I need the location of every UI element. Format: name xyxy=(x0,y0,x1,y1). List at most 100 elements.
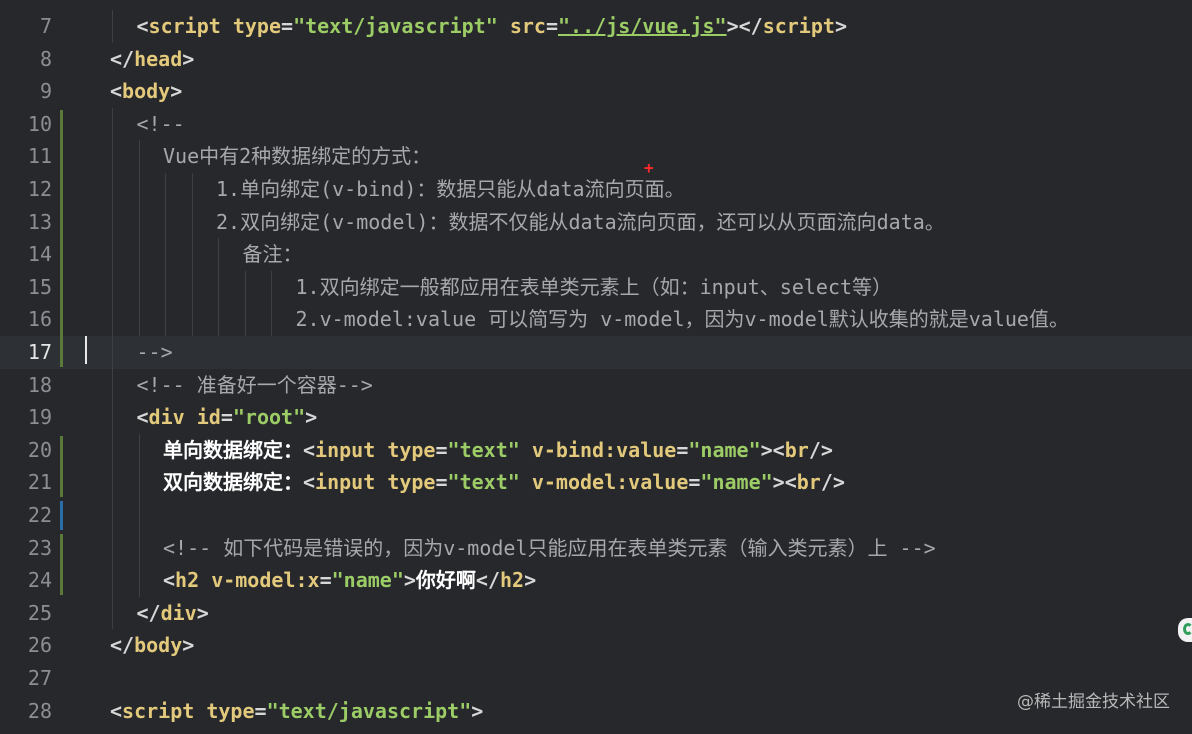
code-line[interactable]: 23 <!-- 如下代码是错误的，因为v-model只能应用在表单类元素（输入类元… xyxy=(0,531,1192,565)
code-token: > xyxy=(196,600,209,625)
code-text[interactable]: <div id="root"> xyxy=(137,401,318,434)
code-line[interactable]: 19 <div id="root"> xyxy=(0,401,1192,434)
code-token: script xyxy=(762,14,835,38)
code-line[interactable]: 16 2.v-model:value 可以简写为 v-model，因为v-mode… xyxy=(0,303,1192,336)
code-text[interactable]: 单向数据绑定：<input type="text" v-bind:value="… xyxy=(163,434,833,467)
git-change-bar xyxy=(60,109,63,367)
code-line[interactable]: 8 </head> xyxy=(0,43,1192,76)
line-number: 18 xyxy=(27,372,52,397)
code-line[interactable]: 27 xyxy=(0,662,1192,695)
code-token: = xyxy=(688,470,701,495)
code-text[interactable]: 2.双向绑定(v-model)：数据不仅能从data流向页面，还可以从页面流向d… xyxy=(216,206,945,239)
code-text[interactable]: 备注： xyxy=(243,238,303,271)
indent-guide xyxy=(165,238,166,271)
code-token: head xyxy=(134,46,183,71)
code-token: 单向数据绑定： xyxy=(163,437,303,462)
code-token: > xyxy=(182,633,195,658)
line-number: 10 xyxy=(27,111,52,136)
code-line[interactable]: 15 1.双向绑定一般都应用在表单类元素上（如：input、select等） xyxy=(0,270,1192,304)
indent-guide xyxy=(138,564,140,597)
code-text[interactable]: </body> xyxy=(110,629,194,662)
indent-guide xyxy=(138,531,140,565)
code-text[interactable]: Vue中有2种数据绑定的方式： xyxy=(163,140,431,173)
code-line[interactable]: 12 1.单向绑定(v-bind)：数据只能从data流向页面。 xyxy=(0,173,1192,206)
indent-guide xyxy=(191,270,193,304)
code-text[interactable]: <body> xyxy=(110,75,182,108)
text-cursor xyxy=(85,336,87,364)
code-token: /> xyxy=(808,437,833,462)
code-text[interactable]: <!-- 准备好一个容器--> xyxy=(137,369,373,402)
code-token: 2.双向绑定(v-model)：数据不仅能从data流向页面，还可以从页面流向d… xyxy=(216,209,945,234)
code-text[interactable]: <!-- xyxy=(137,108,185,141)
code-line[interactable]: 17 --> xyxy=(0,336,1192,369)
code-line[interactable]: 26 </body> xyxy=(0,629,1192,662)
code-token: < xyxy=(136,14,149,38)
code-text[interactable]: </head> xyxy=(110,43,194,76)
indent-guide xyxy=(112,107,113,141)
indent-guide xyxy=(112,596,113,630)
code-token: < xyxy=(303,437,316,462)
code-token: < xyxy=(136,405,149,430)
code-line[interactable]: 21 双向数据绑定：<input type="text" v-model:valu… xyxy=(0,466,1192,499)
code-token: = xyxy=(319,568,332,593)
code-text[interactable]: 2.v-model:value 可以简写为 v-model，因为v-model默… xyxy=(296,303,1069,336)
code-line[interactable]: 25 </div> xyxy=(0,596,1192,630)
code-text[interactable]: 1.双向绑定一般都应用在表单类元素上（如：input、select等） xyxy=(296,271,893,304)
line-number: 24 xyxy=(27,568,52,593)
indent-guide xyxy=(112,499,113,532)
code-token: = xyxy=(220,405,233,430)
line-number: 20 xyxy=(27,437,52,462)
floating-assistant-icon[interactable] xyxy=(1178,618,1192,642)
code-token: > xyxy=(182,46,195,71)
code-token: < xyxy=(110,79,123,104)
line-number: 26 xyxy=(27,633,52,658)
code-token: ></ xyxy=(726,14,763,38)
code-token: </ xyxy=(136,600,161,625)
indent-guide xyxy=(271,270,272,304)
code-line[interactable]: 20 单向数据绑定：<input type="text" v-bind:value… xyxy=(0,433,1192,467)
code-line[interactable]: 9 <body> xyxy=(0,75,1192,108)
code-line[interactable]: 13 2.双向绑定(v-model)：数据不仅能从data流向页面，还可以从页面流… xyxy=(0,205,1192,239)
code-line[interactable]: 28 <script type="text/javascript"> xyxy=(0,695,1192,728)
code-token: "root" xyxy=(232,405,306,430)
code-line[interactable]: 14 备注： xyxy=(0,238,1192,271)
code-token: "../js/vue.js" xyxy=(557,14,727,38)
code-token: 1.双向绑定一般都应用在表单类元素上（如：input、select等） xyxy=(295,274,893,299)
line-number: 12 xyxy=(27,177,52,201)
code-text[interactable]: <h2 v-model:x="name">你好啊</h2> xyxy=(163,564,536,597)
code-text[interactable]: </div> xyxy=(137,597,209,630)
red-cross-marker-icon: + xyxy=(644,158,654,177)
code-token: "name" xyxy=(331,568,404,593)
code-text[interactable]: <script type="text/javascript" src="../j… xyxy=(137,10,847,43)
code-token: type xyxy=(387,470,436,495)
code-text[interactable]: <!-- 如下代码是错误的，因为v-model只能应用在表单类元素（输入类元素）… xyxy=(163,532,936,565)
indent-guide xyxy=(244,303,246,336)
code-line[interactable]: 11 Vue中有2种数据绑定的方式： xyxy=(0,140,1192,173)
code-token: < xyxy=(110,698,123,723)
code-line[interactable]: 7 <script type="text/javascript" src="../… xyxy=(0,10,1192,43)
indent-guide xyxy=(138,433,140,467)
indent-guide xyxy=(138,205,140,239)
code-line[interactable]: 24 <h2 v-model:x="name">你好啊</h2> xyxy=(0,564,1192,597)
line-number: 7 xyxy=(39,14,52,38)
code-token: > xyxy=(471,698,484,723)
code-text[interactable]: 双向数据绑定：<input type="text" v-model:value=… xyxy=(163,466,845,499)
indent-guide xyxy=(112,140,113,173)
code-line[interactable]: 18 <!-- 准备好一个容器--> xyxy=(0,368,1192,402)
code-token: = xyxy=(254,698,267,723)
code-token: v-bind:value xyxy=(531,437,677,462)
code-line[interactable]: 22 xyxy=(0,499,1192,532)
code-token: body xyxy=(134,633,183,658)
code-token: > xyxy=(305,405,318,430)
code-editor[interactable]: 7 <script type="text/javascript" src="../… xyxy=(0,0,1192,734)
code-token: = xyxy=(281,14,294,38)
code-line[interactable]: 10 <!-- xyxy=(0,107,1192,141)
code-text[interactable]: --> xyxy=(137,336,173,369)
indent-guide xyxy=(112,270,113,304)
code-token: = xyxy=(545,14,558,38)
indent-guide xyxy=(138,466,140,499)
code-text[interactable]: <script type="text/javascript"> xyxy=(110,695,483,728)
code-text[interactable]: 1.单向绑定(v-bind)：数据只能从data流向页面。 xyxy=(216,173,685,206)
